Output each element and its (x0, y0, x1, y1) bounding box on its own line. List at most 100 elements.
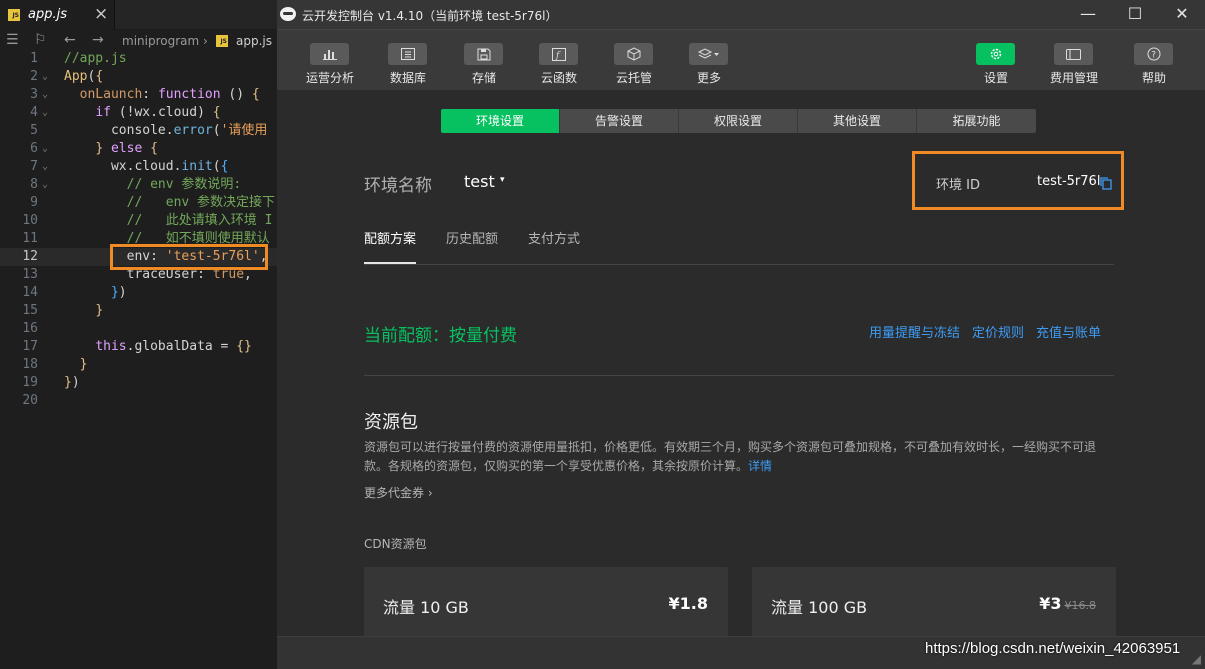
code-line[interactable]: 18 } (0, 356, 277, 374)
editor-tab-app-js[interactable]: JS app.js × (0, 0, 115, 30)
line-number: 8 (30, 177, 38, 192)
forward-arrow-icon[interactable]: → (92, 32, 104, 48)
line-number: 19 (22, 375, 38, 390)
toolbar-analytics-button[interactable]: 运营分析 (294, 30, 366, 91)
code-token: () (220, 87, 252, 102)
toolbar-storage-button[interactable]: 存储 (448, 30, 520, 91)
line-number: 4 (30, 105, 38, 120)
js-file-icon: JS (8, 9, 20, 21)
tab-alert-settings[interactable]: 告警设置 (560, 109, 679, 133)
divider (364, 264, 1114, 265)
env-name-select[interactable]: test (464, 172, 495, 191)
code-line[interactable]: 8 ⌄ // env 参数说明: (0, 176, 277, 194)
card-price: ¥3 ¥16.8 (1039, 594, 1096, 613)
env-id-value: test-5r76l (1037, 174, 1101, 189)
cdn-pack-card[interactable]: 流量 100 GB ¥3 ¥16.8 (752, 567, 1116, 647)
bookmark-icon[interactable]: ⚐ (34, 32, 47, 48)
fold-chevron-icon[interactable]: ⌄ (42, 140, 48, 158)
minimize-button[interactable]: — (1073, 3, 1103, 25)
current-quota-label: 当前配额：按量付费 (364, 326, 517, 346)
tab-permission-settings[interactable]: 权限设置 (679, 109, 798, 133)
line-number: 15 (22, 303, 38, 318)
line-number: 16 (22, 321, 38, 336)
storage-icon (464, 43, 503, 65)
pricing-rules-link[interactable]: 定价规则 (972, 322, 1024, 341)
subtab-quota-plan[interactable]: 配额方案 (364, 228, 416, 247)
line-number: 14 (22, 285, 38, 300)
fold-chevron-icon[interactable]: ⌄ (42, 86, 48, 104)
close-icon[interactable]: × (94, 4, 108, 24)
help-icon: ? (1134, 43, 1173, 65)
card-name: 流量 10 GB (383, 598, 469, 617)
code-line[interactable]: 7 ⌄ wx.cloud.init({ (0, 158, 277, 176)
code-line[interactable]: 3 ⌄ onLaunch: function () { (0, 86, 277, 104)
tab-other-settings[interactable]: 其他设置 (798, 109, 917, 133)
tab-extensions[interactable]: 拓展功能 (917, 109, 1036, 133)
breadcrumb-file[interactable]: app.js (236, 34, 272, 48)
subtab-payment-method[interactable]: 支付方式 (528, 228, 580, 247)
close-window-button[interactable]: ✕ (1167, 3, 1197, 25)
recharge-billing-link[interactable]: 充值与账单 (1036, 322, 1101, 341)
code-line[interactable]: 9 // env 参数决定接下 (0, 194, 277, 212)
code-line[interactable]: 19}) (0, 374, 277, 392)
line-number: 6 (30, 141, 38, 156)
code-token: } (95, 141, 104, 156)
code-line[interactable]: 10 // 此处请填入环境 I (0, 212, 277, 230)
fold-chevron-icon[interactable]: ⌄ (42, 68, 48, 86)
toolbar-database-button[interactable]: 数据库 (372, 30, 444, 91)
code-line[interactable]: 15 } (0, 302, 277, 320)
fold-chevron-icon[interactable]: ⌄ (42, 176, 48, 194)
code-line[interactable]: 16 (0, 320, 277, 338)
code-token: cloud (134, 159, 174, 174)
toolbar-more-button[interactable]: 更多 (673, 30, 745, 91)
code-line[interactable]: 6 ⌄ } else { (0, 140, 277, 158)
code-token: ) (197, 105, 213, 120)
code-token: if (95, 105, 111, 120)
toolbar-cloud-hosting-button[interactable]: 云托管 (598, 30, 670, 91)
code-token: { (95, 69, 104, 84)
code-line[interactable]: 17 this.globalData = {} (0, 338, 277, 356)
toolbar-billing-button[interactable]: 费用管理 (1038, 30, 1110, 91)
chevron-down-icon[interactable]: ▾ (500, 175, 505, 185)
breadcrumb-folder[interactable]: miniprogram (122, 34, 199, 48)
toolbar-help-button[interactable]: ? 帮助 (1118, 30, 1190, 91)
subtab-quota-history[interactable]: 历史配额 (446, 228, 498, 247)
code-token: cloud (157, 105, 198, 120)
bar-chart-icon (310, 43, 349, 65)
code-token: // 如不填则使用默认 (64, 231, 270, 246)
code-token: 'test-5r76l' (165, 249, 260, 264)
code-line[interactable]: 5 console.error('请使用 (0, 122, 277, 140)
code-token: ( (212, 159, 221, 174)
toolbar-cloud-function-button[interactable]: f 云函数 (523, 30, 595, 91)
code-line[interactable]: 20 (0, 392, 277, 410)
code-token: : (150, 249, 166, 264)
code-text: this.globalData = {} (64, 338, 252, 356)
maximize-button[interactable]: ☐ (1120, 3, 1150, 25)
code-token: } (95, 303, 104, 318)
list-icon[interactable]: ☰ (6, 32, 19, 48)
toolbar-settings-button[interactable]: 设置 (960, 30, 1032, 91)
back-arrow-icon[interactable]: ← (64, 32, 76, 48)
settings-content: 环境设置 告警设置 权限设置 其他设置 拓展功能 环境名称 test ▾ 环境 … (277, 91, 1205, 647)
cdn-pack-card[interactable]: 流量 10 GB ¥1.8 (364, 567, 728, 647)
code-line[interactable]: 1 //app.js (0, 50, 277, 68)
code-area[interactable]: 1//app.js 2 ⌄ App({3 ⌄ onLaunch: function ()… (0, 50, 277, 410)
copy-icon[interactable] (1099, 176, 1113, 190)
code-text: // env 参数说明: (64, 176, 242, 194)
tab-env-settings[interactable]: 环境设置 (441, 109, 560, 133)
code-line[interactable]: 2 ⌄ App({ (0, 68, 277, 86)
fold-chevron-icon[interactable]: ⌄ (42, 158, 48, 176)
gear-icon (976, 43, 1015, 65)
title-bar[interactable]: 云开发控制台 v1.4.10（当前环境 test-5r76l） — ☐ ✕ (277, 0, 1205, 29)
code-line[interactable]: 11 // 如不填则使用默认 (0, 230, 277, 248)
code-line[interactable]: 13 traceUser: true, (0, 266, 277, 284)
code-line[interactable]: 14 }) (0, 284, 277, 302)
fold-chevron-icon[interactable]: ⌄ (42, 104, 48, 122)
details-link[interactable]: 详情 (748, 459, 772, 473)
resize-grip-icon[interactable]: ◢ (1192, 652, 1201, 666)
code-line[interactable]: 12 env: 'test-5r76l', (0, 248, 277, 266)
usage-alert-link[interactable]: 用量提醒与冻结 (869, 322, 960, 341)
code-line[interactable]: 4 ⌄ if (!wx.cloud) { (0, 104, 277, 122)
more-coupons-link[interactable]: 更多代金券 › (364, 484, 433, 501)
